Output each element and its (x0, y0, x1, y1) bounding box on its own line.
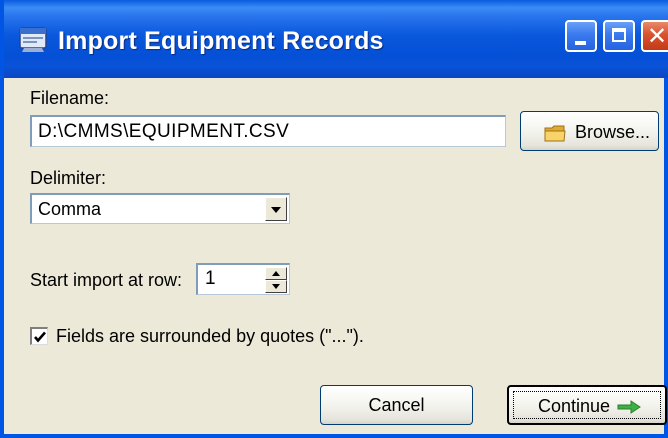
delimiter-select[interactable]: Comma (30, 193, 290, 224)
quotes-label[interactable]: Fields are surrounded by quotes ("..."). (56, 326, 364, 347)
checkmark-icon (34, 331, 46, 343)
delimiter-label: Delimiter: (30, 168, 107, 188)
cancel-button[interactable]: Cancel (320, 385, 473, 425)
minimize-button[interactable] (565, 20, 597, 52)
folder-icon (544, 125, 566, 142)
minimize-icon (575, 41, 586, 45)
import-dialog: Import Equipment Records ✕ Filename: D:\… (0, 0, 668, 438)
title-bar[interactable]: Import Equipment Records ✕ (4, 0, 668, 78)
close-button[interactable]: ✕ (641, 20, 668, 52)
filename-label: Filename: (30, 88, 110, 108)
start-row-spinner[interactable]: 1 (196, 263, 290, 295)
start-row-label: Start import at row: (30, 270, 183, 290)
delimiter-selected-value: Comma (38, 199, 102, 219)
browse-button-label: Browse... (575, 122, 651, 142)
filename-field[interactable]: D:\CMMS\EQUIPMENT.CSV (30, 115, 506, 147)
right-arrow-icon (617, 400, 641, 414)
start-row-value[interactable]: 1 (205, 267, 216, 291)
app-window-icon (19, 27, 47, 52)
chevron-up-icon (272, 271, 280, 276)
spinner-buttons (265, 267, 287, 293)
chevron-down-icon (272, 284, 280, 289)
spinner-down-button[interactable] (265, 280, 287, 293)
maximize-icon (612, 28, 626, 42)
window-title: Import Equipment Records (58, 27, 384, 55)
dropdown-button[interactable] (265, 197, 287, 221)
continue-button[interactable]: Continue (507, 385, 667, 425)
maximize-button[interactable] (603, 20, 635, 52)
close-icon: ✕ (647, 22, 668, 50)
chevron-down-icon (271, 207, 281, 213)
continue-button-label: Continue (538, 396, 611, 416)
quotes-checkbox[interactable] (30, 327, 48, 345)
spinner-up-button[interactable] (265, 267, 287, 280)
browse-button[interactable]: Browse... (520, 111, 659, 151)
